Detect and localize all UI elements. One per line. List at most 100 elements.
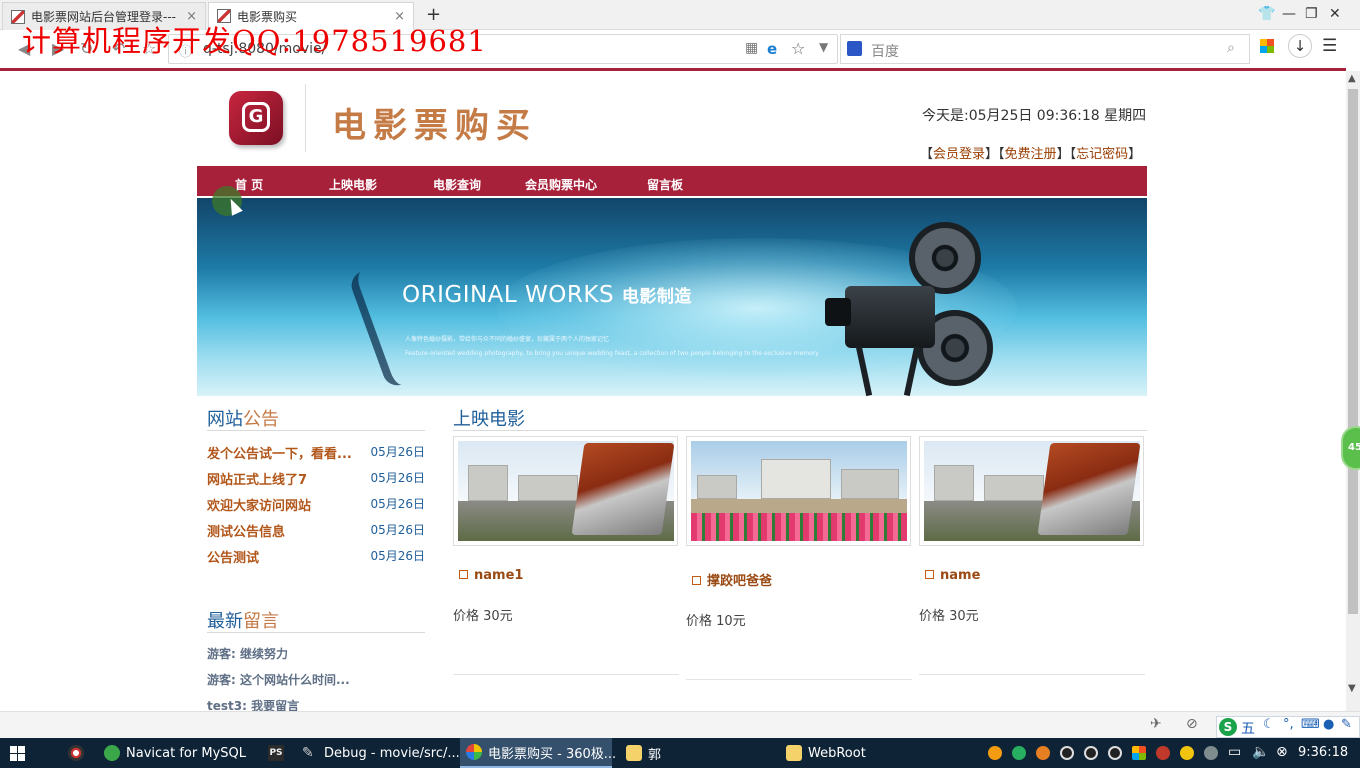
- forgot-password-link[interactable]: 忘记密码: [1076, 147, 1128, 162]
- wrench-icon[interactable]: ✎: [1341, 717, 1352, 732]
- movie-image[interactable]: [924, 441, 1140, 541]
- notice-date: 05月26日: [370, 549, 425, 563]
- qr-code-icon[interactable]: ▦: [745, 40, 758, 56]
- notice-title[interactable]: 公告测试: [207, 547, 259, 566]
- apps-icon[interactable]: [1260, 39, 1274, 53]
- movie-poster[interactable]: [453, 436, 678, 546]
- speed-badge[interactable]: 45: [1341, 426, 1360, 470]
- search-icon[interactable]: ⌕: [1227, 40, 1235, 56]
- notice-title[interactable]: 网站正式上线了7: [207, 469, 307, 488]
- taskbar-360-browser[interactable]: 电影票购买 - 360极...: [460, 738, 616, 768]
- network-icon[interactable]: ▭: [1228, 744, 1241, 760]
- notice-item[interactable]: 网站正式上线了7 05月26日: [207, 469, 425, 495]
- movie-name-link[interactable]: name1: [459, 568, 523, 583]
- notice-title[interactable]: 测试公告信息: [207, 521, 285, 540]
- current-date-time: 今天是:05月25日 09:36:18 星期四: [922, 108, 1147, 124]
- ime-mode[interactable]: 五: [1241, 718, 1255, 738]
- notice-section-title: 网站公告: [207, 409, 279, 430]
- notification-icon[interactable]: ⊗: [1276, 744, 1288, 760]
- film-reel-icon: [909, 222, 981, 294]
- taskbar-folder-webroot[interactable]: WebRoot: [780, 738, 930, 768]
- close-window-button[interactable]: ✕: [1329, 6, 1341, 22]
- folder-icon: [626, 745, 642, 761]
- movie-name-link[interactable]: name: [925, 568, 980, 583]
- taskbar-folder-guo[interactable]: 郭: [620, 738, 770, 768]
- debug-icon: ✎: [302, 745, 314, 761]
- movie-image[interactable]: [458, 441, 674, 541]
- ime-toolbar[interactable]: S 五 ☾ °, ⌨ ● ✎: [1216, 716, 1360, 738]
- browser-icon: [466, 744, 482, 760]
- compat-icon[interactable]: ⊘: [1186, 716, 1198, 732]
- tray-icon[interactable]: [988, 746, 1002, 760]
- movie-image[interactable]: [691, 441, 907, 541]
- menu-icon[interactable]: ☰: [1322, 36, 1337, 56]
- rocket-icon[interactable]: ✈: [1150, 716, 1162, 732]
- nav-movie-search[interactable]: 电影查询: [433, 176, 481, 193]
- notice-item[interactable]: 公告测试 05月26日: [207, 547, 425, 573]
- nav-member-center[interactable]: 会员购票中心: [525, 176, 597, 193]
- notice-item[interactable]: 测试公告信息 05月26日: [207, 521, 425, 547]
- scroll-up-icon[interactable]: ▲: [1348, 73, 1356, 84]
- notice-date: 05月26日: [370, 445, 425, 459]
- download-icon[interactable]: ↓: [1288, 34, 1312, 58]
- restore-button[interactable]: ❐: [1305, 6, 1318, 22]
- qq-icon[interactable]: [1060, 746, 1074, 760]
- notice-date: 05月26日: [370, 497, 425, 511]
- tray-search-icon[interactable]: [1036, 746, 1050, 760]
- volume-icon[interactable]: 🔈: [1252, 744, 1269, 760]
- message-item[interactable]: 游客: 继续努力: [207, 645, 288, 662]
- movie-poster[interactable]: [686, 436, 911, 546]
- nav-now-showing[interactable]: 上映电影: [329, 176, 377, 193]
- movie-price: 价格 30元: [919, 609, 979, 624]
- bookmark-star-icon[interactable]: ☆: [791, 39, 805, 58]
- site-logo[interactable]: G: [229, 91, 283, 145]
- page-top-border: [0, 68, 1346, 71]
- divider: [305, 84, 306, 152]
- tray-icon[interactable]: [1156, 746, 1170, 760]
- minimize-button[interactable]: —: [1282, 6, 1296, 22]
- qq-icon[interactable]: [1084, 746, 1098, 760]
- punctuation-icon[interactable]: °,: [1283, 717, 1294, 732]
- skin-icon[interactable]: 👕: [1258, 6, 1275, 22]
- apps-icon[interactable]: [1132, 746, 1146, 760]
- page-scrollbar[interactable]: ▲ ▼: [1346, 71, 1360, 711]
- qq-icon[interactable]: [1108, 746, 1122, 760]
- message-item[interactable]: 游客: 这个网站什么时间...: [207, 671, 350, 688]
- photoshop-icon[interactable]: PS: [268, 745, 284, 761]
- browser-status-bar: ✈ ⊘ S 五 ☾ °, ⌨ ● ✎: [0, 711, 1360, 738]
- tray-icon[interactable]: [1012, 746, 1026, 760]
- taskbar-eclipse-debug[interactable]: ✎ Debug - movie/src/...: [296, 738, 460, 768]
- register-link[interactable]: 免费注册: [1005, 147, 1057, 162]
- windows-start-icon[interactable]: [10, 746, 26, 762]
- member-login-link[interactable]: 会员登录: [933, 147, 985, 162]
- windows-taskbar: Navicat for MySQL PS ✎ Debug - movie/src/…: [0, 738, 1360, 768]
- scrollbar-thumb[interactable]: [1348, 89, 1358, 614]
- search-input[interactable]: 百度: [871, 41, 899, 61]
- sogou-icon[interactable]: S: [1219, 718, 1237, 736]
- auth-links: 【会员登录】【免费注册】【忘记密码】: [920, 147, 1142, 162]
- nav-guestbook[interactable]: 留言板: [647, 176, 683, 193]
- taskbar-navicat[interactable]: Navicat for MySQL: [98, 738, 248, 768]
- notice-item[interactable]: 欢迎大家访问网站 05月26日: [207, 495, 425, 521]
- notice-title[interactable]: 欢迎大家访问网站: [207, 495, 311, 514]
- app-icon[interactable]: [68, 745, 84, 761]
- ie-mode-icon[interactable]: e: [767, 40, 777, 58]
- movie-poster[interactable]: [919, 436, 1144, 546]
- banner-subtitle: 人像特色婚纱摄影，带给你与众不同的婚纱盛宴，珍藏属于两个人的独家记忆: [405, 336, 610, 343]
- banner-subtitle-en: Feature-oriented wedding photography, to…: [405, 350, 819, 357]
- main-nav: 首 页 上映电影 电影查询 会员购票中心 留言板: [197, 166, 1147, 196]
- notice-title[interactable]: 发个公告试一下，看看...: [207, 443, 352, 462]
- tray-icon[interactable]: [1180, 746, 1194, 760]
- chevron-down-icon[interactable]: ▼: [819, 40, 828, 54]
- movie-name-link[interactable]: 撑跤吧爸爸: [692, 570, 772, 589]
- keyboard-icon[interactable]: ⌨: [1301, 717, 1320, 732]
- notice-item[interactable]: 发个公告试一下，看看... 05月26日: [207, 443, 425, 469]
- hero-banner: ORIGINAL WORKS 电影制造 人像特色婚纱摄影，带给你与众不同的婚纱盛…: [197, 198, 1147, 396]
- tray-icon[interactable]: [1204, 746, 1218, 760]
- moon-icon[interactable]: ☾: [1263, 717, 1275, 732]
- scroll-down-icon[interactable]: ▼: [1348, 683, 1356, 694]
- taskbar-clock[interactable]: 9:36:18: [1298, 745, 1348, 760]
- nav-home[interactable]: 首 页: [235, 176, 263, 193]
- search-box[interactable]: 百度 ⌕: [840, 34, 1250, 64]
- user-icon[interactable]: ●: [1323, 717, 1334, 732]
